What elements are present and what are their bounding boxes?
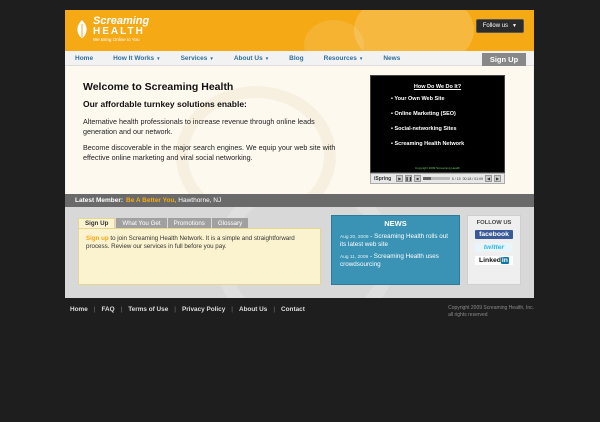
nav-how-it-works[interactable]: How It Works ▼ xyxy=(103,55,171,62)
footer-link-contact[interactable]: Contact xyxy=(281,306,305,313)
tab-panel-text: to join Screaming Health Network. It is … xyxy=(86,235,295,251)
hero-section: Welcome to Screaming Health Our affordab… xyxy=(65,66,534,194)
nav-resources[interactable]: Resources ▼ xyxy=(314,55,374,62)
seek-progress xyxy=(423,177,432,180)
video-title: How Do We Do It? xyxy=(413,84,462,90)
tab-promotions[interactable]: Promotions xyxy=(167,218,211,228)
hero-paragraph: Become discoverable in the major search … xyxy=(83,143,336,163)
info-tabs: Sign Up What You Get Promotions Glossary xyxy=(78,218,249,228)
latest-member-location: Hawthorne, NJ xyxy=(178,197,222,204)
footer-link-faq[interactable]: FAQ xyxy=(101,306,114,313)
news-box: NEWS Aug 20, 2009 - Screaming Health rol… xyxy=(331,215,460,285)
hero-title: Welcome to Screaming Health xyxy=(83,81,234,93)
site-logo[interactable]: Screaming HEALTH We Bring Online to You xyxy=(75,16,149,43)
news-date: Aug 20, 2009 xyxy=(340,235,369,240)
video-bullet: Your Own Web Site xyxy=(391,96,504,102)
hero-subtitle: Our affordable turnkey solutions enable: xyxy=(83,99,247,109)
video-copyright: Copyright 2009 Screaming Health xyxy=(414,166,461,170)
footer-link-terms[interactable]: Terms of Use xyxy=(128,306,168,313)
stop-icon[interactable]: ■ xyxy=(414,175,422,182)
video-bullet-list: Your Own Web Site Online Marketing (SEO)… xyxy=(371,96,504,147)
sign-up-button[interactable]: Sign Up xyxy=(482,53,526,66)
site-footer: Home | FAQ | Terms of Use | Privacy Poli… xyxy=(70,305,534,318)
news-title: NEWS xyxy=(384,219,407,228)
footer-link-about[interactable]: About Us xyxy=(239,306,267,313)
caret-down-icon: ▼ xyxy=(209,55,214,61)
play-icon[interactable]: ▶ xyxy=(396,175,404,182)
video-player-screen[interactable]: How Do We Do It? Your Own Web Site Onlin… xyxy=(370,75,505,173)
main-nav: Home How It Works ▼ Services ▼ About Us ▼ B… xyxy=(65,51,534,66)
linkedin-icon[interactable]: Linkedin xyxy=(475,256,513,265)
news-item[interactable]: Aug 11, 2009 - Screaming Health uses cro… xyxy=(340,253,451,268)
latest-member-link[interactable]: Be A Better You, xyxy=(126,197,176,204)
leaf-logo-icon xyxy=(77,20,87,39)
player-brand: iSpring xyxy=(374,175,392,182)
seek-bar[interactable] xyxy=(423,177,450,180)
pause-icon[interactable]: ❚❚ xyxy=(405,175,413,182)
news-item[interactable]: Aug 20, 2009 - Screaming Health rolls ou… xyxy=(340,233,451,248)
previous-icon[interactable]: ◀ xyxy=(485,175,492,182)
site-header: Screaming HEALTH We Bring Online to You … xyxy=(65,10,534,51)
content-section: Sign Up What You Get Promotions Glossary… xyxy=(65,207,534,298)
follow-us-dropdown[interactable]: Follow us ▼ xyxy=(475,19,524,33)
latest-member-label: Latest Member: xyxy=(75,197,124,204)
footer-link-privacy[interactable]: Privacy Policy xyxy=(182,306,225,313)
follow-us-title: FOLLOW US xyxy=(476,220,512,226)
facebook-icon[interactable]: facebook xyxy=(475,230,513,239)
logo-tagline: We Bring Online to You xyxy=(93,37,140,42)
nav-blog[interactable]: Blog xyxy=(279,55,313,62)
video-bullet: Online Marketing (SEO) xyxy=(391,111,504,117)
time-readout: 00:18 / 01:09 xyxy=(462,176,483,181)
follow-us-box: FOLLOW US facebook twitter Linkedin xyxy=(467,215,521,285)
video-bullet: Social-networking Sites xyxy=(391,126,504,132)
logo-name-secondary: HEALTH xyxy=(93,26,145,37)
caret-down-icon: ▼ xyxy=(512,23,517,29)
slide-counter: 5 / 15 xyxy=(451,176,461,181)
video-bullet: Screaming Health Network xyxy=(391,141,504,147)
hero-paragraph: Alternative health professionals to incr… xyxy=(83,117,315,136)
header-decoration xyxy=(354,10,474,51)
nav-about-us[interactable]: About Us ▼ xyxy=(224,55,279,62)
hero-copy: Welcome to Screaming Health Our affordab… xyxy=(83,81,348,170)
follow-us-label: Follow us xyxy=(482,23,509,29)
player-controls: iSpring ▶ ❚❚ ■ 5 / 15 00:18 / 01:09 ◀ ▶ xyxy=(370,173,505,184)
nav-home[interactable]: Home xyxy=(65,55,103,62)
twitter-icon[interactable]: twitter xyxy=(475,243,513,252)
tab-panel: Sign up to join Screaming Health Network… xyxy=(78,228,321,285)
footer-copyright: Copyright 2009 Screaming Health, Inc. al… xyxy=(448,305,534,318)
sign-up-link[interactable]: Sign up xyxy=(86,235,109,242)
caret-down-icon: ▼ xyxy=(156,55,161,61)
tab-what-you-get[interactable]: What You Get xyxy=(116,218,167,228)
caret-down-icon: ▼ xyxy=(358,55,364,61)
next-icon[interactable]: ▶ xyxy=(494,175,501,182)
page-container: Screaming HEALTH We Bring Online to You … xyxy=(65,10,534,298)
footer-link-home[interactable]: Home xyxy=(70,306,88,313)
tab-glossary[interactable]: Glossary xyxy=(211,218,249,228)
latest-member-bar: Latest Member: Be A Better You, Hawthorn… xyxy=(65,194,534,207)
nav-services[interactable]: Services ▼ xyxy=(171,55,224,62)
tab-sign-up[interactable]: Sign Up xyxy=(78,218,116,228)
nav-news[interactable]: News xyxy=(373,55,410,62)
news-date: Aug 11, 2009 xyxy=(340,255,369,261)
caret-down-icon: ▼ xyxy=(264,55,270,61)
